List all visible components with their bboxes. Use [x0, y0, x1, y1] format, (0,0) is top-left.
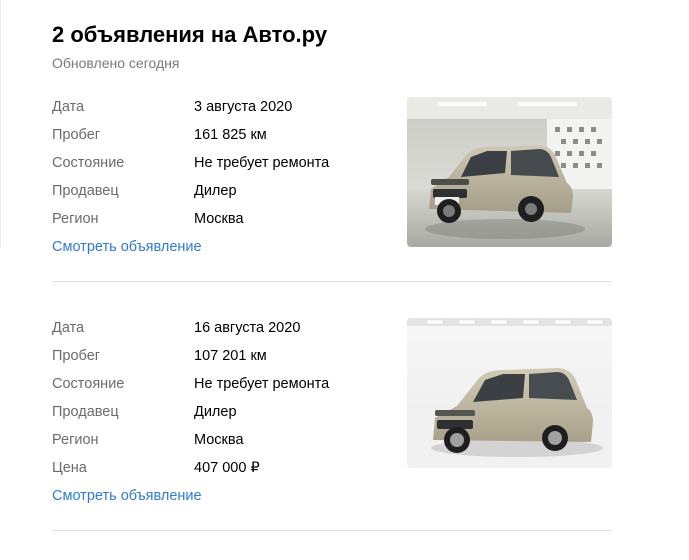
field-label: Продавец	[52, 183, 119, 199]
updated-subtitle: Обновлено сегодня	[52, 55, 180, 71]
field-value: 107 201 км	[194, 348, 267, 364]
car-photo-image	[407, 318, 612, 468]
view-listing-link[interactable]: Смотреть объявление	[52, 237, 202, 257]
field-label: Пробег	[52, 348, 101, 364]
field-label: Дата	[52, 99, 85, 115]
car-photo[interactable]	[407, 97, 612, 247]
listing-divider	[52, 281, 612, 282]
field-label: Регион	[52, 432, 99, 448]
field-label: Регион	[52, 211, 99, 227]
field-value: Не требует ремонта	[194, 155, 330, 171]
field-value: 16 августа 2020	[194, 320, 301, 336]
field-label: Дата	[52, 320, 85, 336]
field-value: Дилер	[194, 183, 237, 199]
field-label: Состояние	[52, 376, 125, 392]
listing-card: Дата 16 августа 2020 Пробег 107 201 км С…	[52, 318, 612, 533]
field-value: Москва	[194, 211, 244, 227]
field-value: 407 000 ₽	[194, 460, 260, 476]
car-photo[interactable]	[407, 318, 612, 468]
field-value: Москва	[194, 432, 244, 448]
field-label: Состояние	[52, 155, 125, 171]
field-label: Пробег	[52, 127, 101, 143]
field-value: Не требует ремонта	[194, 376, 330, 392]
field-value: 161 825 км	[194, 127, 267, 143]
field-value: Дилер	[194, 404, 237, 420]
listing-divider	[52, 530, 612, 531]
field-value: 3 августа 2020	[194, 99, 293, 115]
car-photo-image	[407, 97, 612, 247]
field-label: Продавец	[52, 404, 119, 420]
page-edge-line	[0, 0, 1, 248]
page-title: 2 объявления на Авто.ру	[52, 22, 328, 47]
view-listing-link[interactable]: Смотреть объявление	[52, 486, 202, 506]
field-label: Цена	[52, 460, 87, 476]
listing-card: Дата 3 августа 2020 Пробег 161 825 км Со…	[52, 97, 612, 287]
